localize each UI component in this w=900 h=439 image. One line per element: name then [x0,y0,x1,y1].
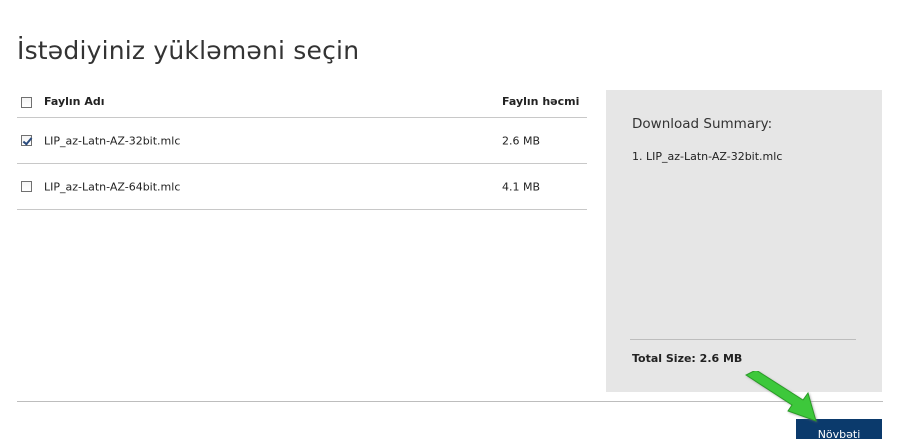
file-name: LIP_az-Latn-AZ-64bit.mlc [44,180,181,193]
column-header-size: Faylın həcmi [502,95,580,108]
column-header-name: Faylın Adı [44,95,105,108]
summary-item: 1. LIP_az-Latn-AZ-32bit.mlc [632,150,783,163]
file-name: LIP_az-Latn-AZ-32bit.mlc [44,134,181,147]
file-size: 4.1 MB [502,180,541,193]
summary-divider [630,339,856,340]
file-checkbox[interactable] [21,180,32,192]
page-title: İstədiyiniz yükləməni seçin [17,36,360,65]
file-checkbox[interactable] [21,134,32,146]
table-header-row: Faylın Adı Faylın həcmi [17,88,587,118]
file-table: Faylın Adı Faylın həcmi LIP_az-Latn-AZ-3… [17,88,587,210]
green-arrow-icon [744,371,817,422]
table-row[interactable]: LIP_az-Latn-AZ-64bit.mlc 4.1 MB [17,164,587,210]
select-all-checkbox[interactable] [21,97,32,108]
download-summary-panel: Download Summary: 1. LIP_az-Latn-AZ-32bi… [606,90,882,392]
summary-total-size: Total Size: 2.6 MB [632,352,743,365]
summary-heading: Download Summary: [632,116,773,132]
table-row[interactable]: LIP_az-Latn-AZ-32bit.mlc 2.6 MB [17,118,587,164]
download-page: İstədiyiniz yükləməni seçin Faylın Adı F… [0,0,900,439]
file-size: 2.6 MB [502,134,541,147]
